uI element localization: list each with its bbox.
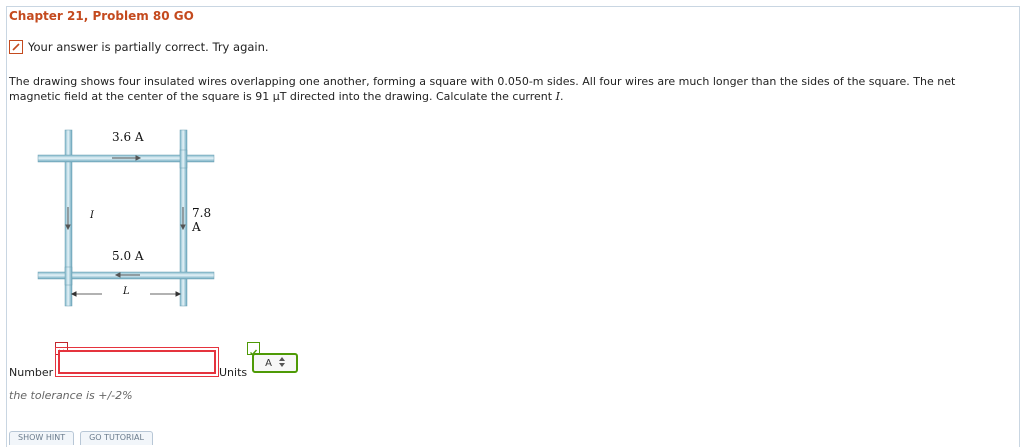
partial-credit-icon xyxy=(9,40,23,54)
problem-text-end: . xyxy=(559,90,564,103)
units-selected-value: A xyxy=(265,357,272,369)
right-current-label: 7.8 A xyxy=(192,206,212,234)
select-arrows-icon xyxy=(278,356,285,370)
tolerance-note: the tolerance is +/-2% xyxy=(9,389,133,402)
problem-statement: The drawing shows four insulated wires o… xyxy=(9,74,1005,104)
number-label: Number xyxy=(9,366,54,379)
wire-diagram: 3.6 A 7.8 A 5.0 A I L xyxy=(30,122,220,312)
number-input[interactable] xyxy=(55,347,219,377)
problem-title: Chapter 21, Problem 80 GO xyxy=(9,9,194,23)
go-tutorial-button[interactable]: GO TUTORIAL xyxy=(80,431,153,445)
side-length-label: L xyxy=(123,286,130,297)
status-text: Your answer is partially correct. Try ag… xyxy=(28,40,269,54)
bottom-current-label: 5.0 A xyxy=(112,249,144,263)
left-current-label: I xyxy=(90,210,94,221)
problem-text: The drawing shows four insulated wires o… xyxy=(9,75,956,103)
top-current-label: 3.6 A xyxy=(112,130,144,144)
help-tabs: SHOW HINT GO TUTORIAL xyxy=(9,431,153,445)
status-message: Your answer is partially correct. Try ag… xyxy=(9,40,269,54)
units-label: Units xyxy=(219,366,248,379)
answer-row: Number Units A xyxy=(9,340,409,380)
show-hint-button[interactable]: SHOW HINT xyxy=(9,431,75,445)
units-select[interactable]: A xyxy=(252,353,298,373)
